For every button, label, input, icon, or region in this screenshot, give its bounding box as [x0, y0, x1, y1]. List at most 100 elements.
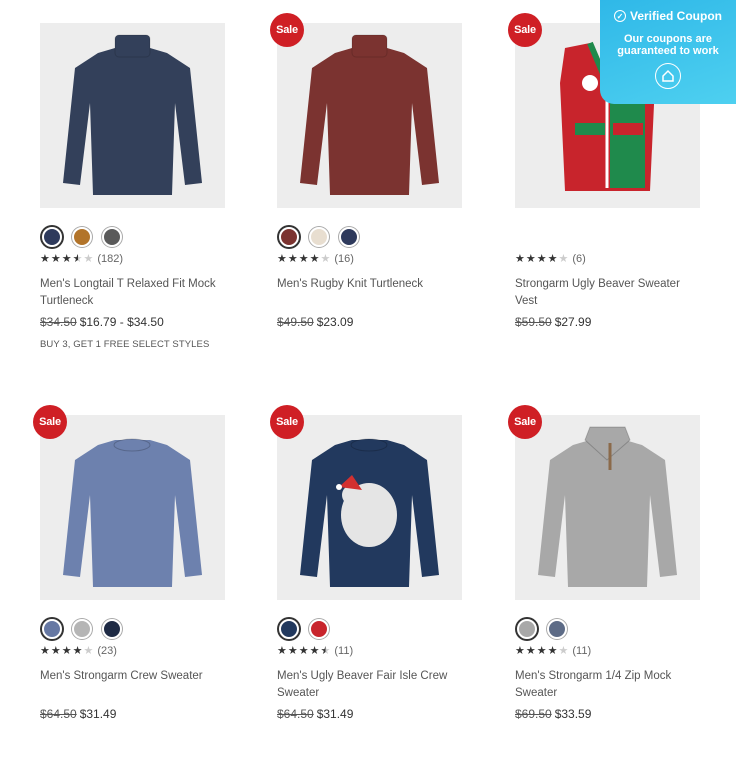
color-swatch[interactable]	[42, 227, 62, 247]
sale-price: $16.79 - $34.50	[79, 315, 164, 329]
product-grid: ★ ★ ★ ★ ★ (182) Men's Longtail T Relaxed Fit M…	[0, 0, 736, 759]
product-card[interactable]: Sale ★ ★ ★ ★ ★ (11) Men's Ugly Beaver Fair Isle…	[270, 405, 477, 755]
star-icon: ★	[72, 644, 83, 657]
color-swatch[interactable]	[279, 227, 299, 247]
product-rating[interactable]: ★ ★ ★ ★ ★ (6)	[515, 253, 586, 265]
product-card[interactable]: Sale ★ ★ ★ ★ ★ (11) Men's Strongarm 1/4 Zip Moc…	[508, 405, 715, 755]
coupon-logo-icon[interactable]	[655, 63, 681, 89]
product-rating[interactable]: ★ ★ ★ ★ ★ (182)	[40, 253, 123, 265]
color-swatches	[40, 617, 124, 641]
original-price: $59.50	[515, 315, 552, 329]
product-name[interactable]: Men's Longtail T Relaxed Fit Mock Turtle…	[40, 276, 225, 310]
rating-stars: ★ ★ ★ ★ ★	[277, 644, 331, 657]
original-price: $64.50	[277, 707, 314, 721]
color-swatch[interactable]	[42, 619, 62, 639]
color-swatch[interactable]	[102, 619, 122, 639]
product-name[interactable]: Men's Ugly Beaver Fair Isle Crew Sweater	[277, 668, 462, 702]
review-count: (23)	[97, 645, 117, 657]
color-swatch[interactable]	[309, 227, 329, 247]
color-swatches	[277, 617, 331, 641]
promo-text[interactable]: BUY 3, GET 1 FREE SELECT STYLES	[40, 339, 209, 350]
rating-stars: ★ ★ ★ ★ ★	[40, 644, 93, 657]
product-card[interactable]: Sale ★ ★ ★ ★ ★ (23) Men's Strongarm Crew Sweate…	[33, 405, 240, 755]
product-rating[interactable]: ★ ★ ★ ★ ★ (11)	[515, 645, 591, 657]
sale-badge: Sale	[508, 405, 542, 439]
star-icon: ★	[40, 252, 50, 265]
product-rating[interactable]: ★ ★ ★ ★ ★ (16)	[277, 253, 354, 265]
rating-stars: ★ ★ ★ ★ ★	[40, 252, 93, 265]
color-swatch[interactable]	[279, 619, 299, 639]
product-name[interactable]: Men's Rugby Knit Turtleneck	[277, 276, 462, 293]
star-icon: ★	[287, 644, 298, 657]
original-price: $64.50	[40, 707, 77, 721]
star-icon: ★	[547, 252, 558, 265]
sale-badge: Sale	[33, 405, 67, 439]
star-icon: ★	[50, 644, 61, 657]
star-icon: ★	[515, 252, 525, 265]
sale-price: $33.59	[554, 707, 592, 721]
review-count: (11)	[334, 645, 354, 657]
sale-badge: Sale	[508, 13, 542, 47]
sale-badge: Sale	[270, 13, 304, 47]
star-icon: ★	[277, 252, 287, 265]
sale-price: $31.49	[316, 707, 354, 721]
color-swatches	[40, 225, 124, 249]
star-icon: ★	[40, 644, 50, 657]
product-image[interactable]	[277, 23, 462, 208]
sale-price: $31.49	[79, 707, 117, 721]
product-rating[interactable]: ★ ★ ★ ★ ★ (23)	[40, 645, 117, 657]
original-price: $69.50	[515, 707, 552, 721]
coupon-title-text: Verified Coupon	[629, 9, 722, 23]
color-swatch[interactable]	[309, 619, 329, 639]
verified-coupon-popup[interactable]: ✓ Verified Coupon Our coupons are guaran…	[600, 0, 736, 104]
color-swatch[interactable]	[72, 619, 92, 639]
color-swatch[interactable]	[102, 227, 122, 247]
color-swatch[interactable]	[72, 227, 92, 247]
star-icon: ★	[72, 252, 83, 265]
color-swatch[interactable]	[517, 619, 537, 639]
product-card[interactable]: Sale ★ ★ ★ ★ ★ (16) Men's Rugby Knit Turtleneck…	[270, 13, 477, 363]
sale-badge: Sale	[270, 405, 304, 439]
product-price: $59.50 $27.99	[515, 315, 591, 329]
star-icon: ★	[525, 252, 536, 265]
coupon-subtitle: Our coupons are guaranteed to work	[600, 33, 736, 57]
review-count: (182)	[97, 253, 124, 265]
color-swatches	[515, 617, 569, 641]
original-price: $34.50	[40, 315, 77, 329]
star-icon: ★	[298, 252, 309, 265]
product-name[interactable]: Men's Strongarm Crew Sweater	[40, 668, 225, 685]
sale-price: $23.09	[316, 315, 354, 329]
rating-stars: ★ ★ ★ ★ ★	[277, 252, 331, 265]
review-count: (6)	[572, 253, 586, 265]
product-price: $34.50 $16.79 - $34.50	[40, 315, 164, 329]
star-icon: ★	[515, 644, 525, 657]
color-swatch[interactable]	[547, 619, 567, 639]
product-image[interactable]	[515, 415, 700, 600]
star-icon: ★	[525, 644, 536, 657]
star-icon: ★	[298, 644, 309, 657]
product-rating[interactable]: ★ ★ ★ ★ ★ (11)	[277, 645, 353, 657]
star-icon: ★	[320, 644, 331, 657]
product-card[interactable]: ★ ★ ★ ★ ★ (182) Men's Longtail T Relaxed Fit M…	[40, 23, 240, 363]
product-name[interactable]: Men's Strongarm 1/4 Zip Mock Sweater	[515, 668, 700, 702]
product-image[interactable]	[277, 415, 462, 600]
star-icon: ★	[558, 252, 569, 265]
star-icon: ★	[309, 644, 320, 657]
review-count: (11)	[572, 645, 592, 657]
product-price: $64.50 $31.49	[40, 707, 116, 721]
product-name[interactable]: Strongarm Ugly Beaver Sweater Vest	[515, 276, 700, 310]
product-image[interactable]	[40, 23, 225, 208]
original-price: $49.50	[277, 315, 314, 329]
star-icon: ★	[309, 252, 320, 265]
star-icon: ★	[320, 252, 331, 265]
review-count: (16)	[334, 253, 354, 265]
product-price: $69.50 $33.59	[515, 707, 591, 721]
check-circle-icon: ✓	[613, 10, 626, 22]
color-swatch[interactable]	[339, 227, 359, 247]
star-icon: ★	[547, 644, 558, 657]
product-price: $49.50 $23.09	[277, 315, 353, 329]
star-icon: ★	[558, 644, 569, 657]
color-swatches	[277, 225, 361, 249]
rating-stars: ★ ★ ★ ★ ★	[515, 644, 569, 657]
product-image[interactable]	[40, 415, 225, 600]
